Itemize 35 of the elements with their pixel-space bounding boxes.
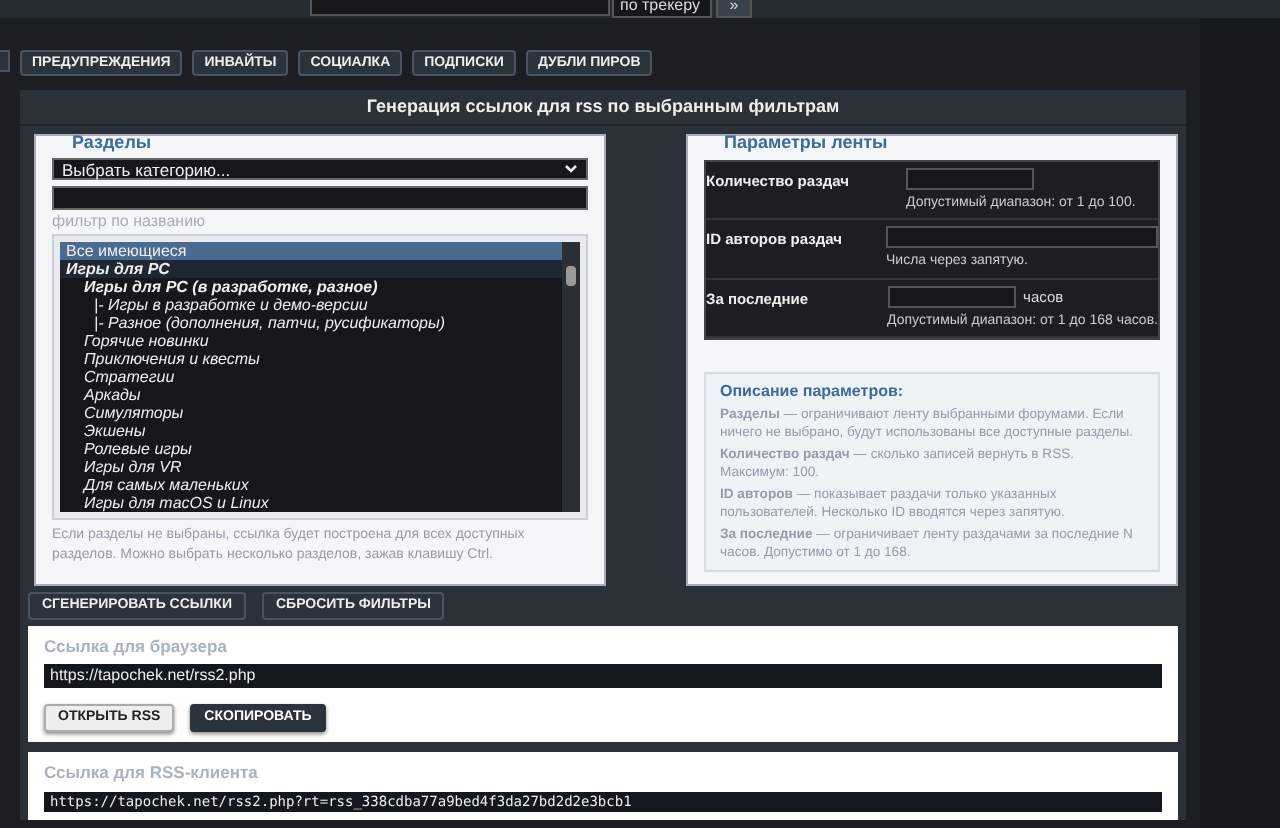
sections-legend: Разделы: [72, 133, 588, 152]
list-item[interactable]: Стратегии: [60, 368, 562, 387]
panel-title: Генерация ссылок для rss по выбранным фильтрам: [20, 90, 1186, 126]
scrollbar[interactable]: [562, 242, 580, 513]
filter-hint: фильтр по названию: [52, 211, 208, 231]
category-select[interactable]: Выбрать категорию...: [52, 157, 588, 180]
scope-select[interactable]: по трекеру: [612, 0, 712, 18]
filter-field[interactable]: [52, 185, 588, 210]
list-item[interactable]: Экшены: [60, 422, 562, 441]
list-item[interactable]: Игры для VR: [60, 458, 562, 477]
list-item[interactable]: Ролевые игры: [60, 440, 562, 459]
list-item[interactable]: Игры для macOS и Linux: [60, 494, 562, 513]
list-item[interactable]: Игры для PC (в разработке, разное): [60, 278, 562, 297]
list-item[interactable]: |- Разное (дополнения, патчи, русификаторы): [60, 314, 562, 333]
select-value: Выбрать категорию...: [62, 159, 231, 178]
link-label: Ссылка для браузера: [44, 636, 229, 657]
list-item[interactable]: Все имеющиеся: [60, 242, 562, 261]
list-item[interactable]: Аркады: [60, 386, 562, 405]
description-title: Описание параметров:: [720, 381, 906, 402]
caret-icon: [564, 159, 578, 178]
list-item[interactable]: Приключения и квесты: [60, 350, 562, 369]
input-field[interactable]: [886, 226, 1158, 249]
list-item[interactable]: Горячие новинки: [60, 332, 562, 351]
tab-stub[interactable]: [0, 50, 10, 72]
list-item[interactable]: Игры для PC: [60, 260, 562, 279]
input-field[interactable]: [906, 167, 1034, 190]
list-item[interactable]: Для самых маленьких: [60, 476, 562, 495]
list-item[interactable]: Симуляторы: [60, 404, 562, 423]
link-label: Ссылка для RSS-клиента: [44, 762, 260, 784]
params-legend: Параметры ленты: [724, 133, 1160, 152]
url-field[interactable]: https://tapochek.net/rss2.php: [44, 664, 1162, 688]
category-list[interactable]: [54, 236, 586, 519]
go-button[interactable]: »: [716, 0, 752, 18]
list-item[interactable]: |- Игры в разработке и демо-версии: [60, 296, 562, 315]
input-field[interactable]: [887, 285, 1016, 308]
